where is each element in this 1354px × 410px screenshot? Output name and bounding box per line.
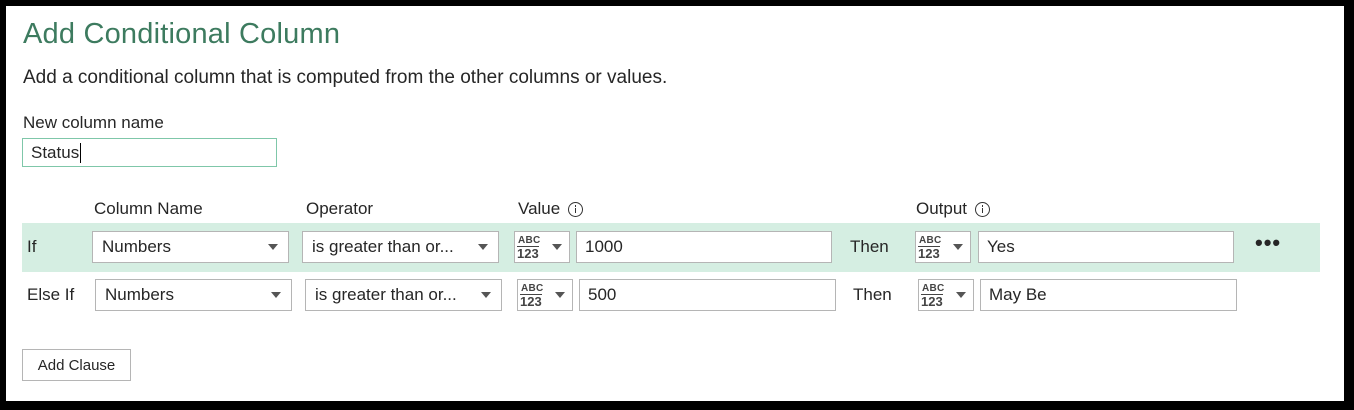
output-input[interactable]: May Be	[980, 279, 1237, 311]
value-header-label: Value	[518, 199, 561, 218]
then-label: Then	[850, 237, 889, 256]
chevron-down-icon	[268, 244, 278, 250]
clause-label: Else If	[27, 285, 75, 304]
output-input[interactable]: Yes	[978, 231, 1234, 263]
output-type-picker[interactable]: ABC 123	[915, 231, 971, 263]
clause-row-else-if: Else If Numbers is greater than or... AB…	[22, 271, 1320, 320]
add-clause-button[interactable]: Add Clause	[22, 349, 131, 381]
abc-123-type-icon-number: 123	[921, 294, 943, 309]
abc-123-type-icon: ABC	[922, 283, 945, 294]
column-name-dropdown[interactable]: Numbers	[95, 279, 292, 311]
column-name-header: Column Name	[94, 199, 203, 218]
chevron-down-icon	[552, 244, 562, 250]
chevron-down-icon	[478, 244, 488, 250]
chevron-down-icon	[555, 292, 565, 298]
column-name-selected: Numbers	[102, 237, 171, 256]
add-conditional-column-dialog: Add Conditional Column Add a conditional…	[6, 6, 1344, 401]
then-label: Then	[853, 285, 892, 304]
column-name-dropdown[interactable]: Numbers	[92, 231, 289, 263]
chevron-down-icon	[953, 244, 963, 250]
value-input[interactable]: 500	[579, 279, 836, 311]
new-column-name-input[interactable]: Status	[22, 138, 277, 167]
abc-123-type-icon: ABC	[521, 283, 544, 294]
output-type-picker[interactable]: ABC 123	[918, 279, 974, 311]
abc-123-type-icon: ABC	[518, 235, 541, 246]
operator-dropdown[interactable]: is greater than or...	[305, 279, 502, 311]
abc-123-type-icon-number: 123	[918, 246, 940, 261]
abc-123-type-icon: ABC	[919, 235, 942, 246]
chevron-down-icon	[271, 292, 281, 298]
dialog-title: Add Conditional Column	[23, 18, 341, 50]
clause-row-if: If Numbers is greater than or... ABC 123…	[22, 223, 1320, 272]
output-input-text: May Be	[989, 285, 1047, 304]
value-info-icon[interactable]	[568, 201, 584, 217]
value-header: Value	[518, 199, 584, 219]
dialog-subtitle: Add a conditional column that is compute…	[23, 67, 668, 88]
value-type-picker[interactable]: ABC 123	[517, 279, 573, 311]
output-header: Output	[916, 199, 991, 219]
abc-123-type-icon-number: 123	[517, 246, 539, 261]
value-input[interactable]: 1000	[576, 231, 832, 263]
output-header-label: Output	[916, 199, 968, 218]
operator-selected: is greater than or...	[315, 285, 457, 304]
new-column-name-label: New column name	[23, 113, 164, 132]
value-input-text: 1000	[585, 237, 623, 256]
text-caret	[80, 142, 82, 163]
more-options-icon[interactable]: •••	[1255, 232, 1281, 254]
clause-label: If	[27, 237, 37, 256]
abc-123-type-icon-number: 123	[520, 294, 542, 309]
value-type-picker[interactable]: ABC 123	[514, 231, 570, 263]
column-name-selected: Numbers	[105, 285, 174, 304]
operator-dropdown[interactable]: is greater than or...	[302, 231, 499, 263]
chevron-down-icon	[956, 292, 966, 298]
chevron-down-icon	[481, 292, 491, 298]
new-column-name-value: Status	[31, 142, 80, 162]
output-input-text: Yes	[987, 237, 1015, 256]
operator-selected: is greater than or...	[312, 237, 454, 256]
operator-header: Operator	[306, 199, 374, 218]
output-info-icon[interactable]	[975, 201, 991, 217]
value-input-text: 500	[588, 285, 617, 304]
